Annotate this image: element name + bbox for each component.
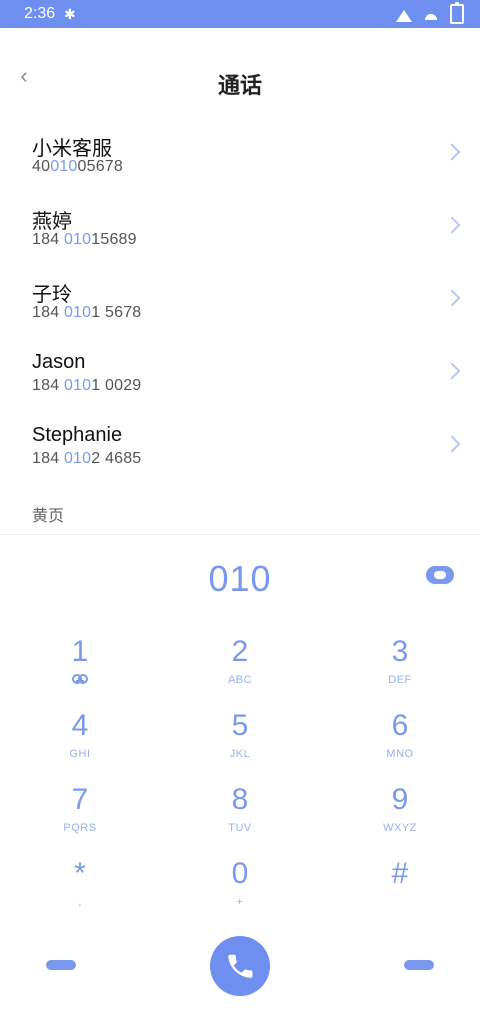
keypad: 1 2 ABC 3 DEF 4 GHI 5 JKL 6 MNO 7 PQRS 8… (0, 628, 480, 928)
key-letters: WXYZ (383, 822, 417, 834)
phone-suffix: 1 0029 (91, 377, 142, 394)
phone-highlight: 010 (50, 158, 78, 175)
key-digit: 4 (71, 709, 89, 742)
bottom-controls (0, 928, 480, 1013)
key-digit: 7 (71, 783, 89, 816)
key-digit: 6 (391, 709, 409, 742)
list-divider (0, 534, 480, 535)
phone-highlight: 010 (63, 377, 92, 394)
key-star[interactable]: * , (10, 850, 150, 918)
left-control-button[interactable] (46, 960, 76, 970)
phone-prefix: 184 (32, 231, 64, 248)
contact-name: 子玲 (32, 284, 72, 306)
contact-phone: 184 01015689 (32, 231, 137, 249)
chevron-right-icon (443, 289, 461, 307)
dial-display: 010 (0, 548, 480, 610)
voicemail-icon (72, 674, 88, 684)
key-letters: , (78, 896, 82, 908)
contact-item-4[interactable]: Jason 184 0101 0029 (0, 337, 480, 410)
key-letters: JKL (229, 748, 251, 760)
contact-item-1[interactable]: 小米客服 4001005678 (0, 118, 480, 191)
phone-highlight: 010 (63, 450, 92, 467)
status-bar: 2:36 ✱ (0, 0, 480, 28)
key-letters: GHI (69, 748, 91, 760)
phone-prefix: 184 (32, 304, 64, 321)
phone-suffix: 1 5678 (91, 304, 142, 321)
wifi-icon (422, 8, 440, 20)
key-digit: 2 (231, 635, 249, 668)
app-header: ‹ 通话 (0, 28, 480, 119)
phone-highlight: 010 (63, 304, 92, 321)
contact-name: Stephanie (32, 424, 123, 446)
key-6[interactable]: 6 MNO (330, 702, 470, 770)
phone-icon (228, 954, 253, 978)
contact-name: Jason (32, 351, 86, 373)
key-digit: 5 (231, 709, 249, 742)
call-button[interactable] (210, 936, 270, 996)
contact-phone: 184 0101 0029 (32, 377, 141, 395)
contact-item-2[interactable]: 燕婷 184 01015689 (0, 191, 480, 264)
phone-suffix: 05678 (77, 158, 123, 175)
right-control-button[interactable] (404, 960, 434, 970)
phone-prefix: 184 (32, 450, 64, 467)
contacts-list: 小米客服 4001005678 燕婷 184 01015689 子玲 184 0… (0, 118, 480, 534)
key-letters: DEF (388, 674, 412, 686)
contact-phone: 184 0102 4685 (32, 450, 141, 468)
key-digit: # (391, 857, 409, 890)
status-time: 2:36 (24, 5, 56, 22)
contact-name: 燕婷 (32, 211, 72, 233)
key-letters: MNO (386, 748, 414, 760)
bluetooth-icon: ✱ (64, 6, 76, 22)
key-7[interactable]: 7 PQRS (10, 776, 150, 844)
contact-phone: 4001005678 (32, 158, 123, 176)
phone-prefix: 40 (32, 158, 51, 175)
battery-icon (450, 2, 464, 24)
chevron-right-icon (443, 435, 461, 453)
key-digit: 0 (231, 857, 249, 890)
key-3[interactable]: 3 DEF (330, 628, 470, 696)
key-1[interactable]: 1 (10, 628, 150, 696)
key-letters: + (236, 896, 244, 908)
key-digit: * (74, 857, 86, 890)
key-0[interactable]: 0 + (170, 850, 310, 918)
key-letters: TUV (228, 822, 252, 834)
key-hash[interactable]: # (330, 850, 470, 918)
status-indicators (396, 0, 464, 28)
page-title: 通话 (217, 73, 262, 98)
signal-icon (396, 10, 412, 22)
contact-name: 小米客服 (32, 138, 112, 160)
chevron-right-icon (443, 216, 461, 234)
chevron-right-icon (443, 362, 461, 380)
phone-prefix: 184 (32, 377, 64, 394)
key-digit: 9 (391, 783, 409, 816)
key-2[interactable]: 2 ABC (170, 628, 310, 696)
phone-highlight: 010 (63, 231, 92, 248)
key-letters: PQRS (63, 822, 97, 834)
phone-suffix: 15689 (91, 231, 137, 248)
key-digit: 8 (231, 783, 249, 816)
key-8[interactable]: 8 TUV (170, 776, 310, 844)
contact-item-5[interactable]: Stephanie 184 0102 4685 (0, 410, 480, 483)
backspace-button[interactable] (426, 566, 454, 584)
contact-phone: 184 0101 5678 (32, 304, 141, 322)
section-label-yellow-pages: 黄页 (32, 508, 65, 525)
dial-input: 010 (208, 558, 272, 599)
key-4[interactable]: 4 GHI (10, 702, 150, 770)
key-9[interactable]: 9 WXYZ (330, 776, 470, 844)
chevron-right-icon (443, 143, 461, 161)
key-digit: 1 (71, 635, 89, 668)
key-letters: ABC (227, 674, 253, 686)
contact-item-3[interactable]: 子玲 184 0101 5678 (0, 264, 480, 337)
key-digit: 3 (391, 635, 409, 668)
phone-suffix: 2 4685 (91, 450, 142, 467)
key-5[interactable]: 5 JKL (170, 702, 310, 770)
